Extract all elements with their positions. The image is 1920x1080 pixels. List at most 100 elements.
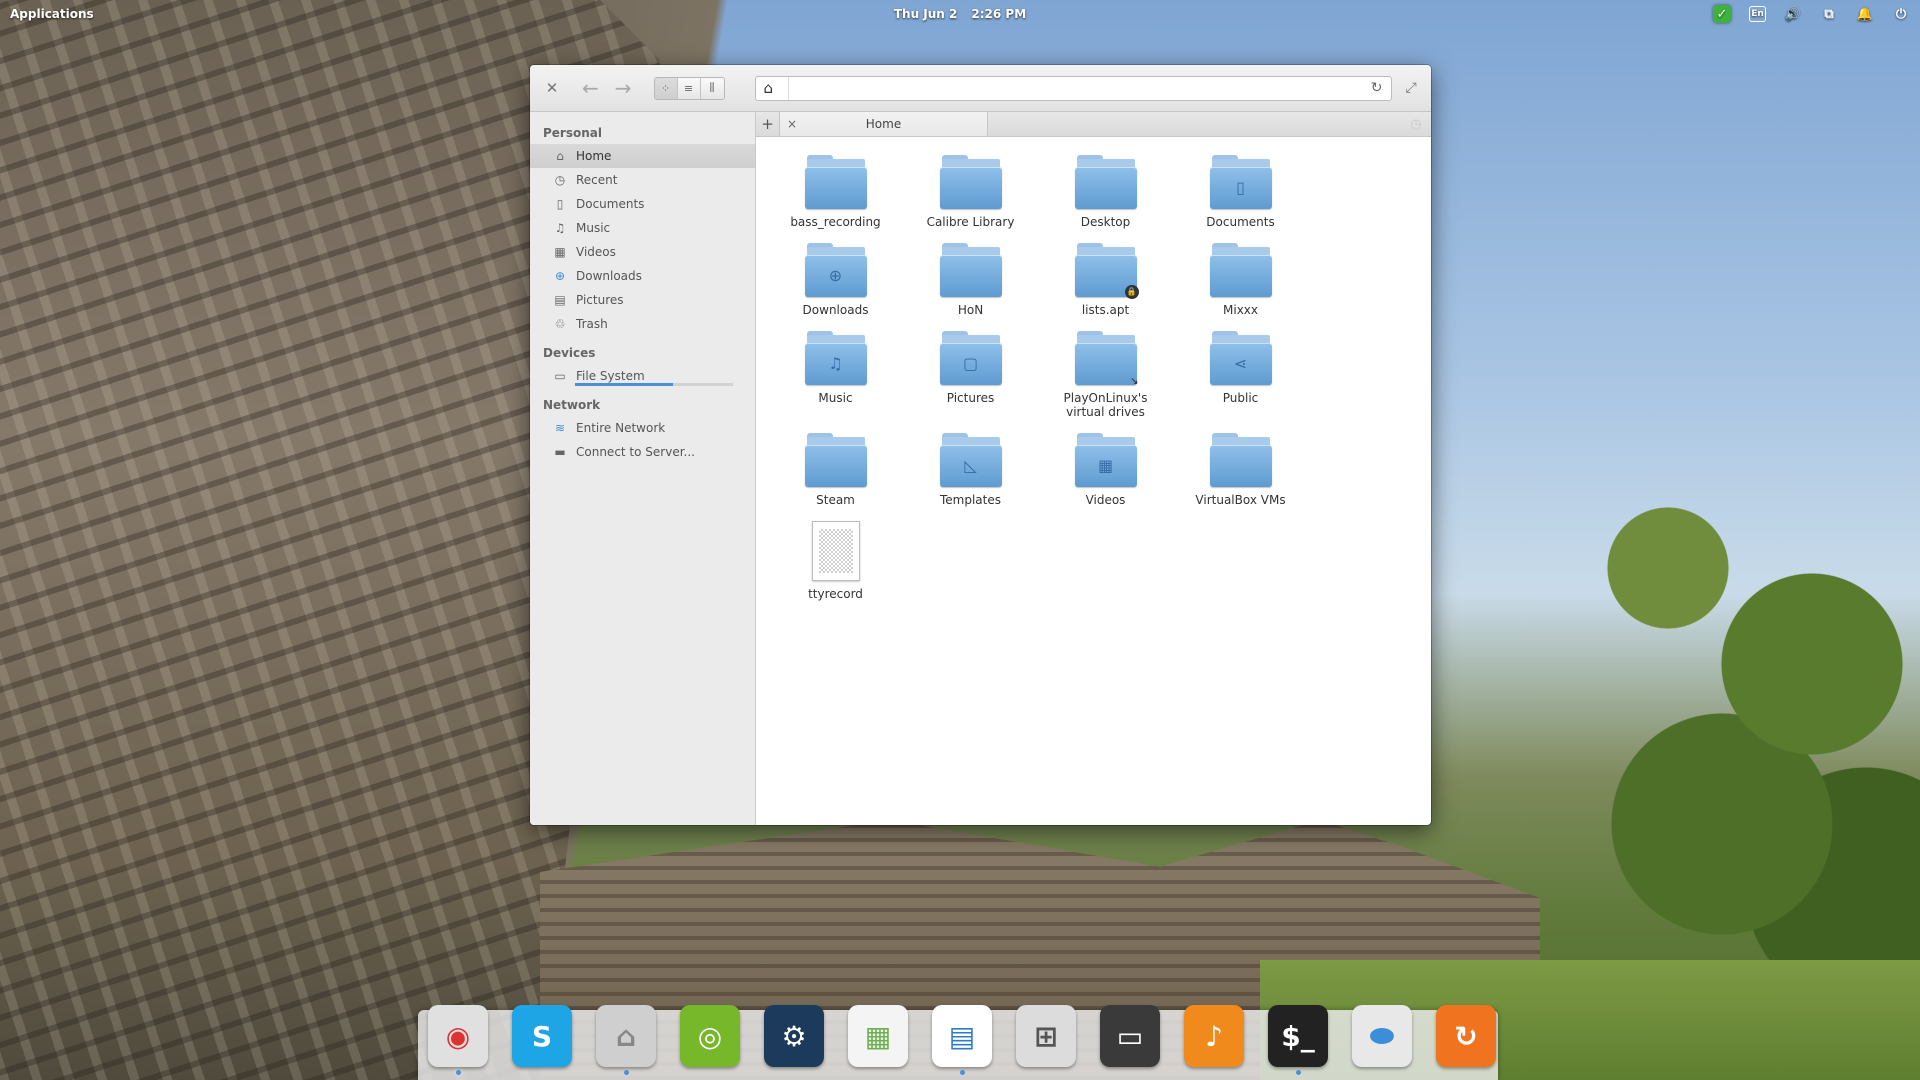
file-name: Downloads	[802, 303, 869, 317]
file-item[interactable]: HoN	[903, 243, 1038, 317]
file-name: HoN	[957, 303, 984, 317]
notification-bell-icon[interactable]: 🔔	[1856, 5, 1874, 23]
sidebar-item-pictures[interactable]: ▤ Pictures	[530, 288, 755, 312]
tab-label: Home	[865, 117, 902, 131]
home-breadcrumb-icon[interactable]: ⌂	[764, 79, 788, 97]
location-input[interactable]	[797, 81, 1371, 95]
file-item[interactable]: Desktop	[1038, 155, 1173, 229]
sidebar-item-downloads[interactable]: ⊕ Downloads	[530, 264, 755, 288]
applications-menu[interactable]: Applications	[10, 7, 210, 21]
terminal-icon[interactable]: $_	[1268, 1005, 1328, 1075]
sidebar-heading-network: Network	[543, 398, 601, 412]
running-indicator	[456, 1070, 461, 1075]
sidebar-item-home[interactable]: ⌂ Home	[530, 144, 755, 168]
folder-icon	[1209, 433, 1272, 487]
screenshot-icon[interactable]: ▭	[1100, 1005, 1160, 1067]
sidebar-item-music[interactable]: ♫ Music	[530, 216, 755, 240]
sidebar-item-entire-network[interactable]: ≋ Entire Network	[530, 416, 755, 440]
file-item[interactable]: Calibre Library	[903, 155, 1038, 229]
file-item[interactable]: Mixxx	[1173, 243, 1308, 317]
calculator-icon[interactable]: ⊞	[1016, 1005, 1076, 1067]
music-icon: ♫	[554, 221, 566, 235]
clock-date: Thu Jun 2	[893, 7, 958, 21]
update-check-icon[interactable]: ✓	[1713, 5, 1731, 23]
folder-icon: ↘	[1074, 331, 1139, 387]
file-item[interactable]: VirtualBox VMs	[1173, 433, 1308, 507]
folder-icon	[939, 243, 1002, 297]
files-icon[interactable]: ⌂	[596, 1005, 656, 1075]
sidebar-item-documents[interactable]: ▯ Documents	[530, 192, 755, 216]
file-name: Desktop	[1080, 215, 1131, 229]
icon-view-button[interactable]: ⁘	[654, 77, 678, 99]
folder-icon: 🔒	[1074, 243, 1139, 299]
sidebar-heading-devices: Devices	[543, 346, 596, 360]
sidebar-item-label: Downloads	[576, 269, 642, 283]
back-button[interactable]: ←	[582, 76, 599, 100]
sidebar-item-label: Videos	[576, 245, 616, 259]
forward-button[interactable]: →	[615, 76, 632, 100]
reload-icon[interactable]: ↻	[1371, 80, 1383, 96]
sidebar-item-trash[interactable]: ♲ Trash	[530, 312, 755, 336]
disk-usage-fill	[575, 383, 673, 386]
file-item[interactable]: ▯ Documents	[1173, 155, 1308, 229]
file-name: Pictures	[946, 391, 995, 405]
clock-time: 2:26 PM	[971, 7, 1027, 21]
file-item[interactable]: ◺ Templates	[903, 433, 1038, 507]
file-item[interactable]: ⊕ Downloads	[768, 243, 903, 317]
new-tab-button[interactable]: +	[756, 112, 780, 136]
file-item[interactable]: bass_recording	[768, 155, 903, 229]
volume-icon[interactable]: 🔊	[1784, 5, 1802, 23]
sidebar-item-label: Trash	[576, 317, 608, 331]
closed-tabs-history-icon[interactable]: ◷	[1401, 112, 1431, 136]
sidebar-item-recent[interactable]: ◷ Recent	[530, 168, 755, 192]
list-view-button[interactable]: ≡	[677, 77, 701, 99]
column-view-button[interactable]: ⫼	[700, 77, 724, 99]
file-name: VirtualBox VMs	[1195, 493, 1286, 507]
tab-home[interactable]: × Home	[780, 112, 988, 136]
file-item[interactable]: Steam	[768, 433, 903, 507]
file-item[interactable]: ♫ Music	[768, 331, 903, 419]
sidebar-item-file-system[interactable]: ▭ File System	[530, 364, 755, 388]
folder-icon	[804, 433, 867, 487]
steam-icon[interactable]: ⚙	[764, 1005, 824, 1067]
folder-icon	[804, 155, 867, 209]
close-window-button[interactable]: ✕	[540, 79, 564, 97]
file-manager-window: ✕ ← → ⁘ ≡ ⫼ ⌂ ↻ ⤢ Personal ⌂ Home ◷ Recent ▯ D…	[530, 65, 1431, 825]
sidebar-item-label: Documents	[576, 197, 645, 211]
calendar-icon[interactable]: ▦	[848, 1005, 908, 1067]
sidebar-item-connect-to-server[interactable]: ▬ Connect to Server...	[530, 440, 755, 464]
nvidia-icon[interactable]: ◎	[680, 1005, 740, 1067]
clock[interactable]: Thu Jun 2 2:26 PM	[894, 7, 1026, 21]
toolbar: ✕ ← → ⁘ ≡ ⫼ ⌂ ↻ ⤢	[530, 65, 1431, 112]
chrome-icon[interactable]: ◉	[428, 1005, 488, 1075]
sidebar-item-label: Entire Network	[576, 421, 666, 435]
file-name: Mixxx	[1223, 303, 1258, 317]
skype-icon[interactable]: S	[512, 1005, 572, 1067]
update-icon[interactable]: ↻	[1436, 1005, 1496, 1067]
music-player-icon[interactable]: ♪	[1184, 1005, 1244, 1067]
file-item[interactable]: ↘ PlayOnLinux's virtual drives	[1038, 331, 1173, 419]
sidebar-item-videos[interactable]: ▦ Videos	[530, 240, 755, 264]
file-name: ttyrecord	[808, 587, 863, 601]
power-icon[interactable]: ⏻	[1892, 5, 1910, 23]
keyboard-layout-indicator[interactable]: En	[1749, 6, 1766, 22]
maximize-icon[interactable]: ⤢	[1406, 80, 1417, 96]
sidebar-item-label: Home	[576, 149, 612, 163]
file-name: Music	[818, 391, 853, 405]
network-icon: ≋	[554, 421, 566, 435]
sidebar-heading-personal: Personal	[543, 126, 602, 140]
file-item[interactable]: ▦ Videos	[1038, 433, 1173, 507]
file-item[interactable]: 🔒 lists.apt	[1038, 243, 1173, 317]
running-indicator	[1296, 1070, 1301, 1075]
folder-icon: ◺	[939, 433, 1002, 487]
folder-icon: ▯	[1209, 155, 1272, 209]
location-bar: ⌂ ↻	[754, 75, 1392, 101]
settings-switch-icon[interactable]: ⬬	[1352, 1005, 1412, 1067]
tab-close-button[interactable]: ×	[780, 117, 804, 131]
file-item[interactable]: ▢ Pictures	[903, 331, 1038, 419]
network-icon[interactable]: ⧉	[1820, 5, 1838, 23]
writer-icon[interactable]: ▤	[932, 1005, 992, 1075]
file-item[interactable]: ⋖ Public	[1173, 331, 1308, 419]
file-item[interactable]: ttyrecord	[768, 521, 903, 601]
trash-icon: ♲	[554, 317, 566, 331]
